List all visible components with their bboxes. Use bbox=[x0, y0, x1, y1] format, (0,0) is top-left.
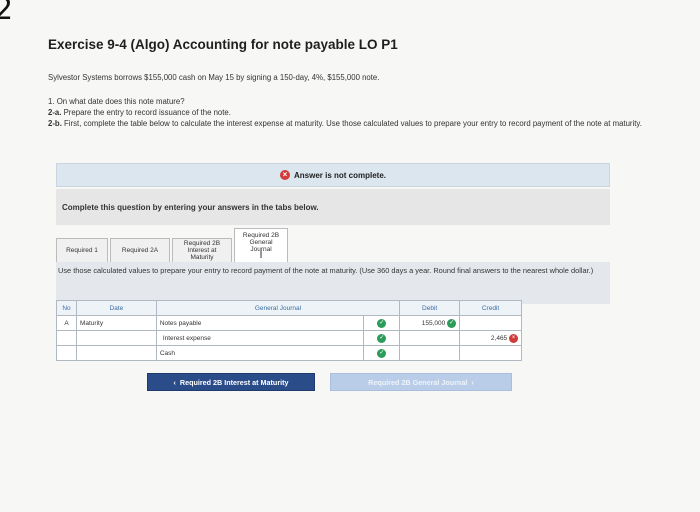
header-debit: Debit bbox=[399, 300, 461, 316]
error-icon: × bbox=[509, 333, 518, 343]
tab-panel: Use those calculated values to prepare y… bbox=[56, 262, 610, 304]
problem-statement: Sylvestor Systems borrows $155,000 cash … bbox=[48, 73, 380, 82]
requirement-1: 1. On what date does this note mature? bbox=[48, 97, 185, 106]
header-date: Date bbox=[75, 300, 157, 316]
account-cell[interactable]: Interest expense bbox=[155, 330, 365, 346]
tab-required-2b-journal[interactable]: Required 2B General Journal I bbox=[234, 228, 288, 262]
requirement-2a: 2-a. Prepare the entry to record issuanc… bbox=[48, 108, 231, 117]
table-row: A Maturity Notes payable ✓ 155,000 ✓ bbox=[56, 315, 522, 331]
check-cell: ✓ bbox=[363, 330, 401, 346]
table-row: Cash ✓ bbox=[56, 345, 522, 361]
prev-tab-button[interactable]: ‹ Required 2B Interest at Maturity bbox=[147, 373, 315, 391]
requirement-2b: 2-b. First, complete the table below to … bbox=[48, 119, 642, 128]
debit-cell[interactable] bbox=[399, 330, 461, 346]
date-cell[interactable] bbox=[75, 330, 157, 346]
header-credit: Credit bbox=[459, 300, 522, 316]
check-icon: ✓ bbox=[377, 348, 387, 358]
credit-cell[interactable]: 2,465 × bbox=[459, 330, 522, 346]
check-cell: ✓ bbox=[363, 345, 401, 361]
account-cell[interactable]: Notes payable bbox=[155, 315, 365, 331]
panel-instructions: Use those calculated values to prepare y… bbox=[58, 266, 594, 275]
table-row: Interest expense ✓ 2,465 × bbox=[56, 330, 522, 346]
answer-status-banner: × Answer is not complete. bbox=[56, 163, 610, 187]
exercise-title: Exercise 9-4 (Algo) Accounting for note … bbox=[48, 37, 398, 52]
chevron-right-icon: › bbox=[471, 377, 474, 387]
check-cell: ✓ bbox=[363, 315, 401, 331]
credit-cell[interactable] bbox=[459, 315, 522, 331]
journal-table: No Date General Journal Debit Credit A M… bbox=[56, 300, 522, 361]
question-number: 2 bbox=[0, 0, 14, 27]
credit-cell[interactable] bbox=[459, 345, 522, 361]
journal-header-row: No Date General Journal Debit Credit bbox=[56, 300, 522, 316]
check-icon: ✓ bbox=[447, 318, 457, 328]
date-cell[interactable]: Maturity bbox=[75, 315, 157, 331]
debit-cell[interactable]: 155,000 ✓ bbox=[399, 315, 461, 331]
date-cell[interactable] bbox=[75, 345, 157, 361]
row-no bbox=[56, 345, 77, 361]
header-general-journal: General Journal bbox=[155, 300, 401, 316]
tab-required-2a[interactable]: Required 2A bbox=[110, 238, 170, 262]
text-cursor-icon: I bbox=[259, 250, 263, 261]
debit-cell[interactable] bbox=[399, 345, 461, 361]
row-no bbox=[56, 330, 77, 346]
error-icon: × bbox=[279, 170, 290, 180]
requirements-list: 1. On what date does this note mature? 2… bbox=[48, 96, 668, 129]
prev-button-label: Required 2B Interest at Maturity bbox=[179, 377, 289, 387]
answer-status-text: Answer is not complete. bbox=[293, 170, 387, 180]
next-tab-button[interactable]: Required 2B General Journal › bbox=[330, 373, 512, 391]
tab-required-2b-interest[interactable]: Required 2B Interest at Maturity bbox=[172, 238, 232, 262]
instruction-bar: Complete this question by entering your … bbox=[56, 189, 610, 225]
next-button-label: Required 2B General Journal bbox=[368, 377, 468, 387]
check-icon: ✓ bbox=[377, 318, 387, 328]
header-no: No bbox=[56, 300, 77, 316]
account-cell[interactable]: Cash bbox=[155, 345, 365, 361]
check-icon: ✓ bbox=[377, 333, 387, 343]
chevron-left-icon: ‹ bbox=[173, 377, 176, 387]
row-no: A bbox=[56, 315, 77, 331]
tab-strip: Required 1 Required 2A Required 2B Inter… bbox=[56, 228, 290, 262]
tab-required-1[interactable]: Required 1 bbox=[56, 238, 108, 262]
